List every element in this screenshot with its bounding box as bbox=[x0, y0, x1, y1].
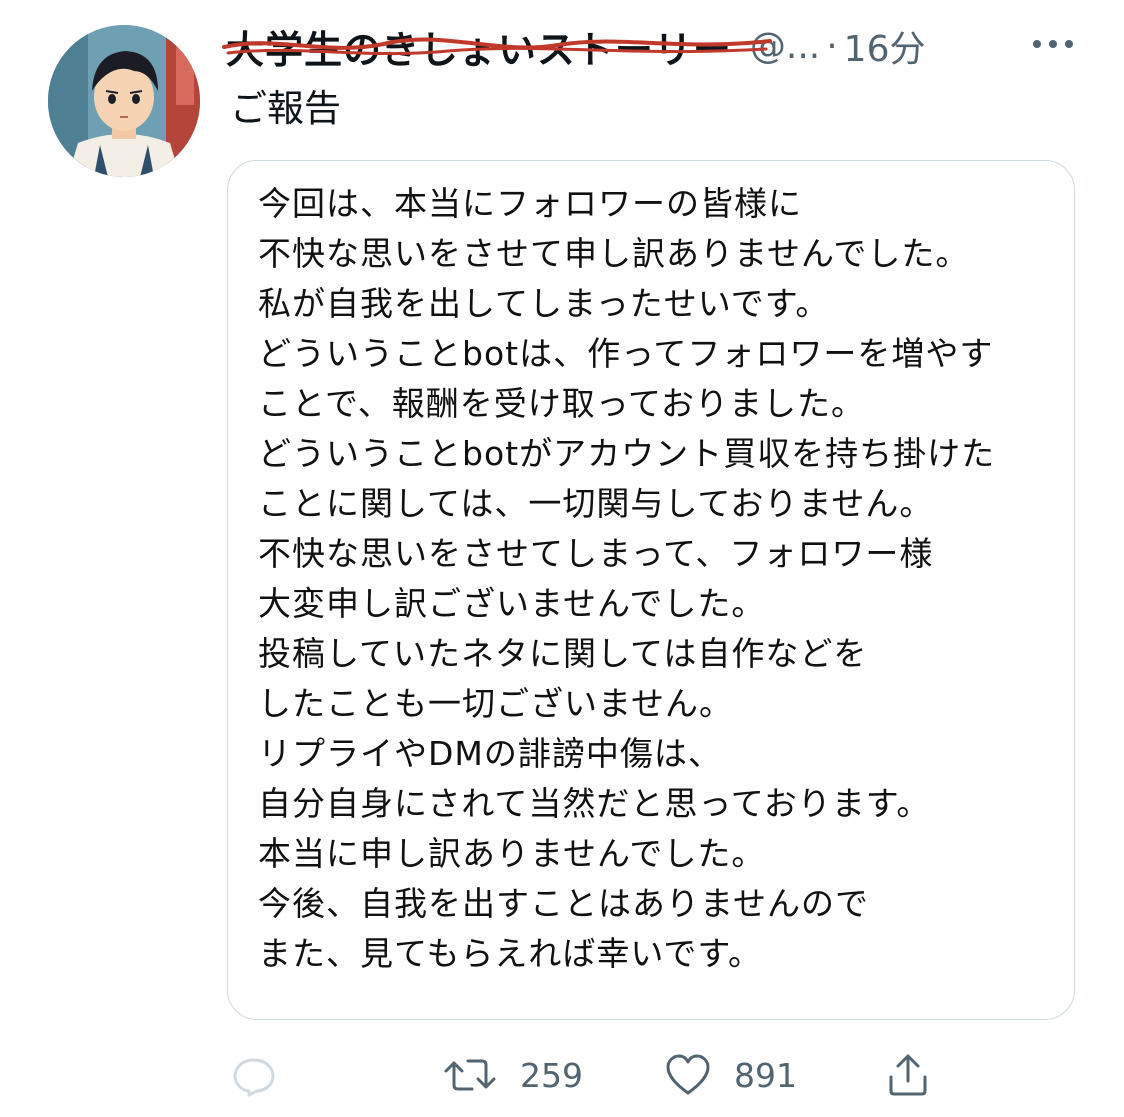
image-text-line: 今回は、本当にフォロワーの皆様に bbox=[258, 184, 802, 223]
heart-icon bbox=[666, 1054, 710, 1095]
image-text-line: 投稿していたネタに関しては自作などを bbox=[258, 634, 868, 673]
retweet-button[interactable]: 259 bbox=[442, 1045, 583, 1105]
image-text-line: ことで、報酬を受け取っておりました。 bbox=[258, 384, 866, 423]
display-name[interactable]: 大学生のきしょいストーリー bbox=[222, 19, 772, 74]
share-button[interactable] bbox=[884, 1045, 932, 1105]
image-text-line: リプライやDMの誹謗中傷は、 bbox=[258, 734, 722, 773]
image-text-line: ことに関しては、一切関与しておりません。 bbox=[258, 484, 934, 523]
avatar[interactable] bbox=[48, 25, 200, 177]
like-count: 891 bbox=[734, 1055, 797, 1095]
like-button[interactable]: 891 bbox=[664, 1045, 797, 1105]
image-text-line: どういうことbotは、作ってフォロワーを増やす bbox=[258, 334, 994, 373]
image-text-line: 大変申し訳ございませんでした。 bbox=[258, 584, 766, 623]
retweet-icon bbox=[444, 1059, 496, 1091]
image-text-line: 不快な思いをさせて申し訳ありませんでした。 bbox=[258, 234, 970, 273]
action-bar: 259 891 bbox=[230, 1045, 1090, 1105]
image-text-line: 今後、自我を出すことはありませんので bbox=[258, 884, 870, 923]
timestamp[interactable]: 16分 bbox=[844, 20, 926, 72]
avatar-illustration bbox=[48, 25, 200, 177]
attached-image[interactable]: 今回は、本当にフォロワーの皆様に 不快な思いをさせて申し訳ありませんでした。 私… bbox=[227, 160, 1075, 1020]
image-text-line: どういうことbotがアカウント買収を持ち掛けた bbox=[258, 434, 996, 473]
tweet-text: ご報告 bbox=[230, 87, 341, 130]
image-text-line: 私が自我を出してしまったせいです。 bbox=[258, 284, 830, 323]
image-text-line: したことも一切ございません。 bbox=[258, 684, 734, 723]
tweet-header: 大学生のきしょいストーリー @... · 16分 bbox=[222, 16, 1086, 76]
image-text-line: また、見てもらえれば幸いです。 bbox=[258, 934, 763, 973]
reply-button[interactable] bbox=[230, 1045, 278, 1105]
image-text-line: 不快な思いをさせてしまって、フォロワー様 bbox=[258, 534, 934, 573]
image-text-block: 今回は、本当にフォロワーの皆様に 不快な思いをさせて申し訳ありませんでした。 私… bbox=[258, 179, 995, 979]
display-name-text: 大学生のきしょいストーリー bbox=[226, 27, 732, 72]
retweet-count: 259 bbox=[520, 1055, 583, 1095]
more-horizontal-icon[interactable] bbox=[1030, 30, 1076, 58]
user-handle[interactable]: @... bbox=[750, 26, 820, 67]
share-icon bbox=[889, 1054, 927, 1096]
image-text-line: 自分自身にされて当然だと思っております。 bbox=[258, 784, 931, 823]
image-text-line: 本当に申し訳ありませんでした。 bbox=[258, 834, 766, 873]
reply-icon bbox=[233, 1058, 275, 1097]
separator-dot: · bbox=[826, 25, 838, 67]
